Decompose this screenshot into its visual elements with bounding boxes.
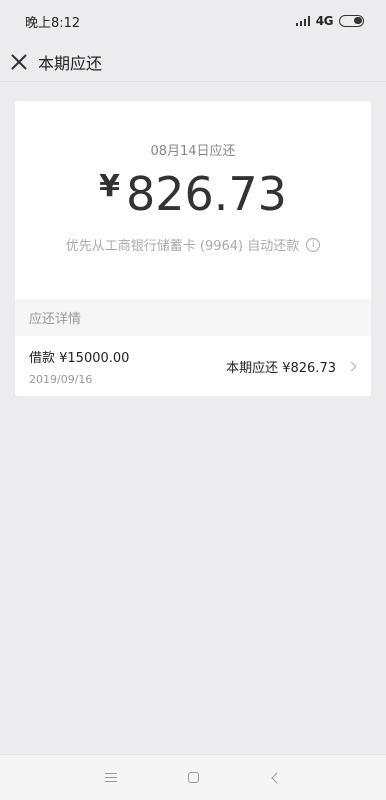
loan-info: 借款 ¥15000.00 2019/09/16: [29, 347, 129, 386]
signal-icon: [295, 16, 310, 26]
status-icons: 4G: [295, 14, 364, 28]
page-header: 本期应还: [0, 42, 386, 82]
chevron-right-icon: [346, 361, 357, 371]
menu-icon[interactable]: [101, 768, 121, 788]
back-icon[interactable]: [265, 768, 285, 788]
home-icon[interactable]: [183, 768, 203, 788]
battery-icon: [339, 15, 364, 27]
network-type: 4G: [315, 14, 334, 28]
loan-detail-row[interactable]: 借款 ¥15000.00 2019/09/16 本期应还 ¥826.73: [15, 336, 371, 396]
period-due: 本期应还 ¥826.73: [226, 360, 336, 376]
autopay-text: 优先从工商银行储蓄卡 (9964) 自动还款: [65, 239, 300, 254]
status-bar: 晚上8:12 4G: [0, 0, 386, 42]
loan-date: 2019/09/16: [29, 372, 93, 386]
status-time: 晚上8:12: [25, 15, 81, 31]
page-title: 本期应还: [38, 53, 103, 73]
system-nav-bar: [0, 754, 386, 800]
section-title: 应还详情: [29, 312, 82, 327]
due-date: 08月14日应还: [150, 144, 236, 159]
due-amount: 826.73: [125, 167, 287, 221]
loan-label: 借款 ¥15000.00: [29, 350, 130, 366]
autopay-info: 优先从工商银行储蓄卡 (9964) 自动还款 i: [15, 235, 371, 254]
section-header: 应还详情: [15, 299, 371, 336]
currency-symbol: ¥: [99, 169, 120, 204]
close-icon[interactable]: [10, 53, 28, 71]
info-icon[interactable]: i: [306, 237, 321, 252]
period-due-info: 本期应还 ¥826.73: [226, 357, 357, 376]
amount-row: ¥ 826.73: [15, 167, 371, 221]
repayment-card: 08月14日应还 ¥ 826.73 优先从工商银行储蓄卡 (9964) 自动还款…: [15, 101, 371, 396]
